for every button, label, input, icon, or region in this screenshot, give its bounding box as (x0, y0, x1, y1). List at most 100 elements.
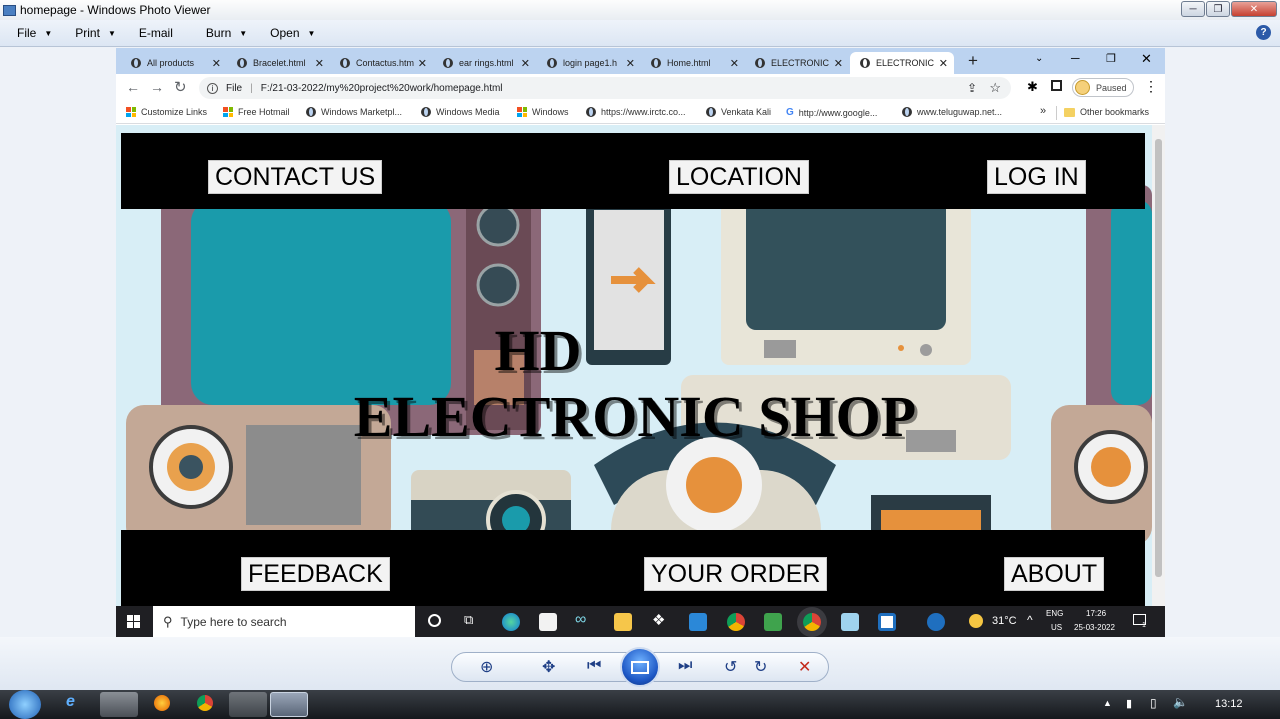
dropbox-icon[interactable]: ❖ (652, 611, 665, 629)
menu-file[interactable]: File ▼ (17, 26, 52, 40)
chrome-icon[interactable] (197, 695, 213, 711)
actual-size-icon[interactable]: ✥ (542, 657, 555, 677)
star-icon[interactable]: ☆ (989, 80, 1001, 96)
previous-icon[interactable]: ⏮ (587, 657, 601, 675)
feedback-link[interactable]: FEEDBACK (241, 557, 390, 591)
task-view-icon[interactable]: ⧉ (464, 612, 473, 628)
omnibox[interactable]: i File | F:/21-03-2022/my%20project%20wo… (199, 77, 1011, 99)
menu-email[interactable]: E-mail (139, 26, 173, 40)
close-button[interactable]: ✕ (1231, 1, 1277, 17)
back-icon[interactable]: ← (126, 79, 140, 95)
close-tab-icon[interactable]: ✕ (834, 57, 843, 70)
scrollbar-thumb[interactable] (1155, 139, 1162, 577)
tab-electronic-active[interactable]: ELECTRONIC ✕ (850, 52, 954, 74)
maximize-button[interactable]: ❐ (1206, 1, 1230, 17)
browser-close-button[interactable]: ✕ (1141, 51, 1152, 67)
location-link[interactable]: LOCATION (669, 160, 809, 194)
update-icon[interactable] (927, 613, 945, 631)
about-link[interactable]: ABOUT (1004, 557, 1105, 591)
system-clock[interactable]: 13:12 (1215, 698, 1243, 710)
contact-us-link[interactable]: CONTACT US (208, 160, 383, 194)
close-tab-icon[interactable]: ✕ (418, 57, 427, 70)
close-tab-icon[interactable]: ✕ (939, 57, 948, 70)
ie-icon[interactable]: e (66, 693, 75, 711)
close-tab-icon[interactable]: ✕ (730, 57, 739, 70)
close-tab-icon[interactable]: ✕ (626, 57, 635, 70)
tray-chevron-icon[interactable]: ^ (1027, 613, 1033, 627)
tab-all-products[interactable]: All products ✕ (121, 52, 227, 74)
menu-burn-label: Burn (205, 26, 232, 40)
tab-search-icon[interactable]: ⌄ (1035, 53, 1043, 64)
zoom-icon[interactable]: ⊕ (480, 657, 493, 677)
file-explorer-icon[interactable] (614, 613, 632, 631)
delete-icon[interactable]: ✕ (798, 657, 811, 677)
infinity-icon[interactable]: ∞ (575, 611, 586, 629)
tab-contactus[interactable]: Contactus.htm ✕ (330, 52, 433, 74)
bookmark-item[interactable]: Ghttp://www.google... (786, 107, 877, 118)
volume-icon[interactable]: 🔈 (1173, 695, 1188, 709)
mail-icon[interactable] (689, 613, 707, 631)
tab-ear-rings[interactable]: ear rings.html ✕ (433, 52, 536, 74)
profile-button[interactable]: Paused (1072, 78, 1134, 97)
reload-icon[interactable]: ↻ (174, 78, 187, 96)
close-tab-icon[interactable]: ✕ (315, 57, 324, 70)
other-bookmarks[interactable]: Other bookmarks (1064, 107, 1149, 117)
windows-start-icon[interactable] (127, 615, 140, 628)
bookmark-item[interactable]: Venkata Kali (706, 107, 771, 117)
browser-minimize-button[interactable]: ─ (1071, 51, 1080, 65)
bookmark-item[interactable]: https://www.irctc.co... (586, 107, 686, 117)
next-icon[interactable]: ⏭ (678, 657, 692, 675)
bookmark-item[interactable]: Windows Marketpl... (306, 107, 402, 117)
notepad-icon[interactable] (841, 613, 859, 631)
close-tab-icon[interactable]: ✕ (521, 57, 530, 70)
bookmark-item[interactable]: Windows Media (421, 107, 500, 117)
cortana-icon[interactable] (428, 614, 441, 627)
new-tab-button[interactable]: + (968, 51, 978, 71)
bookmark-item[interactable]: Windows (517, 107, 569, 117)
tab-bracelet[interactable]: Bracelet.html ✕ (227, 52, 330, 74)
store-icon[interactable] (539, 613, 557, 631)
url-text[interactable]: F:/21-03-2022/my%20project%20work/homepa… (261, 83, 503, 94)
menu-open[interactable]: Open ▼ (270, 26, 315, 40)
edge-icon[interactable] (502, 613, 520, 631)
page-scrollbar[interactable] (1152, 125, 1165, 606)
bookmark-item[interactable]: Free Hotmail (223, 107, 290, 117)
window-app-icon[interactable] (878, 613, 896, 631)
taskbar-search-box[interactable]: ⚲ Type here to search (153, 606, 415, 637)
close-tab-icon[interactable]: ✕ (212, 57, 221, 70)
explorer-button[interactable] (229, 692, 267, 717)
show-hidden-icons[interactable]: ▲ (1103, 698, 1112, 708)
menu-print[interactable]: Print ▼ (75, 26, 116, 40)
share-icon[interactable]: ⇪ (967, 81, 977, 95)
minimize-button[interactable]: ─ (1181, 1, 1205, 17)
image-app-icon[interactable] (764, 613, 782, 631)
firefox-icon[interactable] (154, 695, 170, 711)
photo-viewer-button[interactable] (270, 692, 308, 717)
browser-restore-button[interactable]: ❐ (1106, 52, 1116, 65)
lang-code[interactable]: ENG (1046, 609, 1063, 618)
bookmarks-overflow-button[interactable]: » (1040, 105, 1046, 117)
bookmark-item[interactable]: Customize Links (126, 107, 207, 117)
side-panel-icon[interactable] (1051, 80, 1062, 91)
help-icon[interactable]: ? (1256, 25, 1271, 40)
rotate-left-icon[interactable]: ↺ (724, 657, 737, 677)
slideshow-button[interactable] (620, 647, 660, 687)
log-in-link[interactable]: LOG IN (987, 160, 1086, 194)
chrome-icon[interactable] (727, 613, 745, 631)
your-order-link[interactable]: YOUR ORDER (644, 557, 828, 591)
tab-electronic-1[interactable]: ELECTRONIC ✕ (745, 52, 849, 74)
tab-login-page[interactable]: login page1.h ✕ (537, 52, 641, 74)
bookmark-item[interactable]: www.teluguwap.net... (902, 107, 1002, 117)
weather-temp[interactable]: 31°C (992, 615, 1017, 627)
menu-kebab-icon[interactable]: ⋮ (1144, 78, 1158, 95)
tab-home[interactable]: Home.html ✕ (641, 52, 745, 74)
chrome-active-icon[interactable] (803, 613, 821, 631)
info-icon[interactable]: i (207, 82, 218, 94)
clock-time[interactable]: 17:26 (1086, 609, 1106, 618)
extensions-icon[interactable]: ✱ (1027, 79, 1038, 95)
windows-orb-icon[interactable] (9, 690, 41, 719)
menu-burn[interactable]: Burn ▼ (206, 26, 247, 40)
forward-icon[interactable]: → (150, 79, 164, 95)
media-player-button[interactable] (100, 692, 138, 717)
rotate-right-icon[interactable]: ↻ (754, 657, 767, 677)
